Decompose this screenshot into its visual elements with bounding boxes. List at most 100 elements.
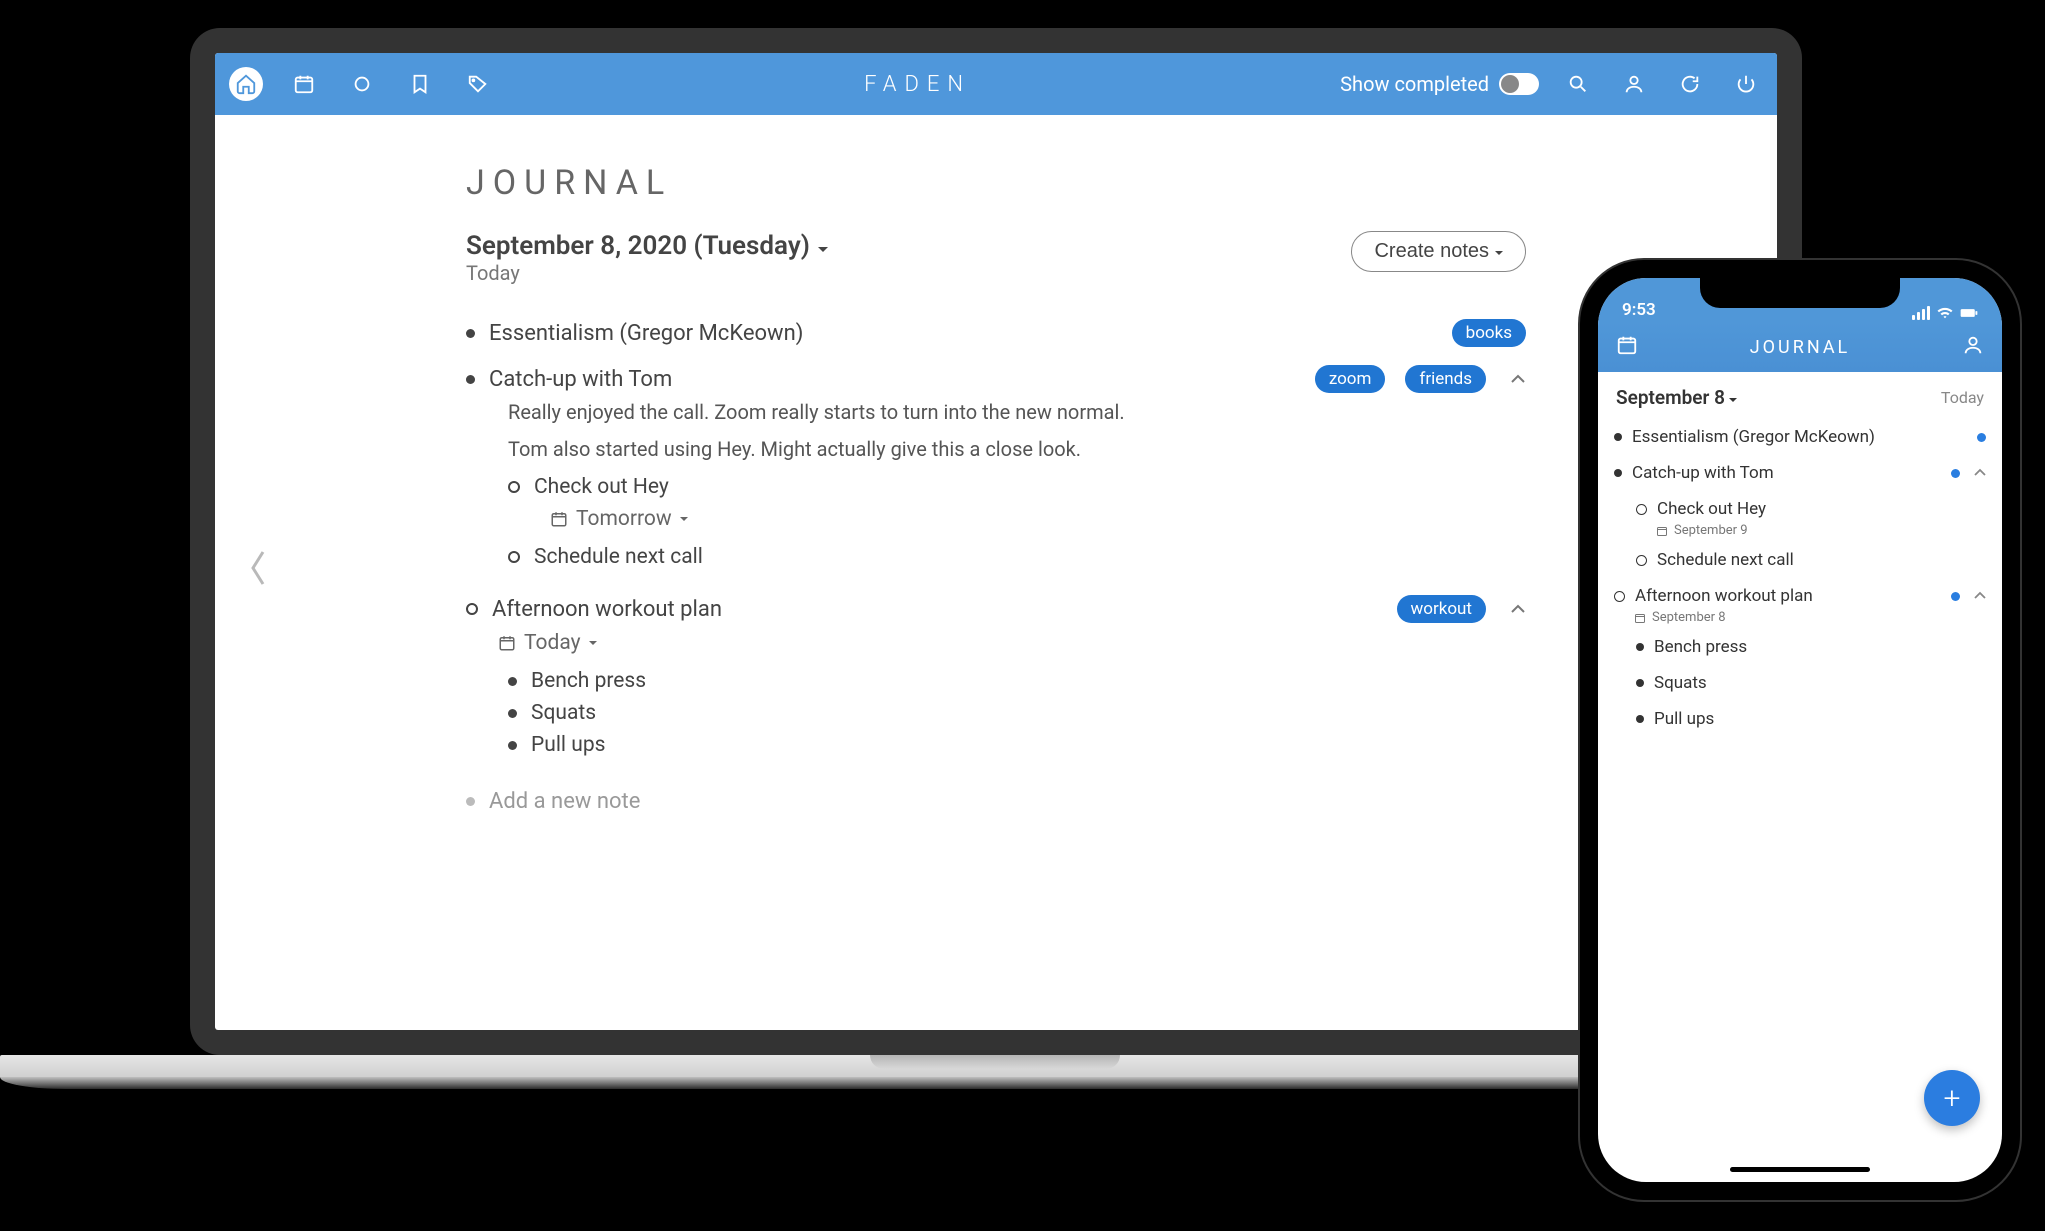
entry-title: Bench press <box>531 669 1526 693</box>
entry-title: Bench press <box>1654 637 1986 657</box>
journal-entry[interactable]: Squats <box>508 697 1526 729</box>
bullet-task-icon[interactable] <box>508 481 520 493</box>
circle-icon[interactable] <box>345 67 379 101</box>
prev-day-button[interactable] <box>247 547 269 599</box>
phone-entry[interactable]: Squats <box>1632 665 1990 701</box>
bullet-note-icon <box>1614 469 1622 477</box>
phone-entry[interactable]: Check out Hey <box>1632 491 1990 527</box>
phone-entry[interactable]: Catch-up with Tom <box>1610 455 1990 491</box>
entry-title: Afternoon workout plan <box>1635 586 1941 606</box>
entry-children: Check out Hey Tomorrow Schedule next cal… <box>508 471 1526 573</box>
phone-entry[interactable]: Bench press <box>1632 629 1990 665</box>
entry-title: Check out Hey <box>534 475 1526 499</box>
phone-notch <box>1700 278 1900 308</box>
collapse-toggle[interactable] <box>1510 369 1526 390</box>
search-icon[interactable] <box>1561 67 1595 101</box>
status-time: 9:53 <box>1622 300 1656 320</box>
entry-body[interactable]: Really enjoyed the call. Zoom really sta… <box>508 397 1526 465</box>
bullet-note-icon <box>466 329 475 338</box>
tag-zoom[interactable]: zoom <box>1315 365 1386 393</box>
laptop-frame: FADEN Show completed <box>190 28 1802 1055</box>
entry-title: Check out Hey <box>1657 499 1986 519</box>
journal-entry[interactable]: Essentialism (Gregor McKeown) books <box>466 315 1526 351</box>
phone-frame: 9:53 JOURNAL September 8 Today <box>1580 260 2020 1200</box>
calendar-icon[interactable] <box>287 67 321 101</box>
chevron-down-icon <box>818 231 828 261</box>
tag-workout[interactable]: workout <box>1397 595 1486 623</box>
sync-icon[interactable] <box>1673 67 1707 101</box>
chevron-down-icon <box>680 511 688 527</box>
bullet-task-icon[interactable] <box>508 551 520 563</box>
bullet-placeholder-icon <box>466 797 475 806</box>
schedule-chip[interactable]: September 8 <box>1634 610 1990 625</box>
toggle-switch[interactable] <box>1499 73 1539 95</box>
phone-date-heading[interactable]: September 8 <box>1616 386 1737 409</box>
entry-title: Catch-up with Tom <box>489 367 1295 392</box>
add-note-fab[interactable]: + <box>1924 1070 1980 1126</box>
phone-entry[interactable]: Schedule next call <box>1632 542 1990 578</box>
bullet-note-icon <box>1614 433 1622 441</box>
today-label: Today <box>466 261 828 285</box>
journal-entry[interactable]: Afternoon workout plan workout Today <box>466 591 1526 761</box>
entry-title: Essentialism (Gregor McKeown) <box>1632 427 1967 447</box>
entry-title: Squats <box>1654 673 1986 693</box>
bullet-note-icon <box>1636 715 1644 723</box>
bullet-note-icon <box>508 741 517 750</box>
add-note-row[interactable]: Add a new note <box>466 785 1526 818</box>
calendar-icon[interactable] <box>1616 334 1638 360</box>
laptop-screen: FADEN Show completed <box>215 53 1777 1030</box>
tag-books[interactable]: books <box>1452 319 1526 347</box>
schedule-chip[interactable]: September 9 <box>1656 523 1990 538</box>
collapse-toggle[interactable] <box>1510 599 1526 620</box>
journal-entry[interactable]: Schedule next call <box>508 541 1526 573</box>
phone-entry[interactable]: Essentialism (Gregor McKeown) <box>1610 419 1990 455</box>
phone-entry[interactable]: Afternoon workout plan <box>1610 578 1990 614</box>
user-icon[interactable] <box>1617 67 1651 101</box>
entry-title: Squats <box>531 701 1526 725</box>
home-indicator <box>1730 1167 1870 1172</box>
home-icon[interactable] <box>229 67 263 101</box>
journal-content: JOURNAL September 8, 2020 (Tuesday) Toda… <box>466 115 1526 818</box>
schedule-chip[interactable]: Tomorrow <box>550 507 1526 531</box>
app-title: FADEN <box>495 72 1340 97</box>
chevron-down-icon <box>1495 240 1503 263</box>
journal-entry[interactable]: Catch-up with Tom zoom friends Really en… <box>466 361 1526 573</box>
date-heading[interactable]: September 8, 2020 (Tuesday) <box>466 231 828 261</box>
bullet-task-icon[interactable] <box>1636 504 1647 515</box>
bullet-task-icon[interactable] <box>1614 591 1625 602</box>
collapse-toggle[interactable] <box>1974 465 1986 481</box>
entry-title: Pull ups <box>1654 709 1986 729</box>
bookmark-icon[interactable] <box>403 67 437 101</box>
schedule-chip[interactable]: Today <box>498 631 1526 655</box>
page-title: JOURNAL <box>466 163 1526 203</box>
phone-list: Essentialism (Gregor McKeown) Catch-up w… <box>1598 419 2002 737</box>
journal-entry[interactable]: Check out Hey <box>508 471 1526 503</box>
chevron-down-icon <box>589 635 597 651</box>
bullet-note-icon <box>508 709 517 718</box>
tag-friends[interactable]: friends <box>1405 365 1486 393</box>
create-notes-button[interactable]: Create notes <box>1351 231 1526 272</box>
show-completed-label: Show completed <box>1340 72 1489 96</box>
app-header: FADEN Show completed <box>215 53 1777 115</box>
phone-entry[interactable]: Pull ups <box>1632 701 1990 737</box>
signal-icon <box>1912 306 1930 320</box>
add-note-placeholder: Add a new note <box>489 789 1526 814</box>
journal-entry[interactable]: Pull ups <box>508 729 1526 761</box>
tag-indicator-icon <box>1951 592 1960 601</box>
journal-entry[interactable]: Bench press <box>508 665 1526 697</box>
phone-header: JOURNAL <box>1598 322 2002 372</box>
entry-title: Schedule next call <box>534 545 1526 569</box>
phone-screen: 9:53 JOURNAL September 8 Today <box>1598 278 2002 1182</box>
show-completed-toggle[interactable]: Show completed <box>1340 72 1539 96</box>
tag-icon[interactable] <box>461 67 495 101</box>
battery-icon <box>1960 306 1978 320</box>
app-body: JOURNAL September 8, 2020 (Tuesday) Toda… <box>215 115 1777 1030</box>
user-icon[interactable] <box>1962 334 1984 360</box>
collapse-toggle[interactable] <box>1974 588 1986 604</box>
entry-title: Schedule next call <box>1657 550 1986 570</box>
bullet-task-icon[interactable] <box>466 603 478 615</box>
chevron-down-icon <box>1729 386 1737 409</box>
phone-date-row: September 8 Today <box>1598 372 2002 419</box>
bullet-task-icon[interactable] <box>1636 555 1647 566</box>
power-icon[interactable] <box>1729 67 1763 101</box>
